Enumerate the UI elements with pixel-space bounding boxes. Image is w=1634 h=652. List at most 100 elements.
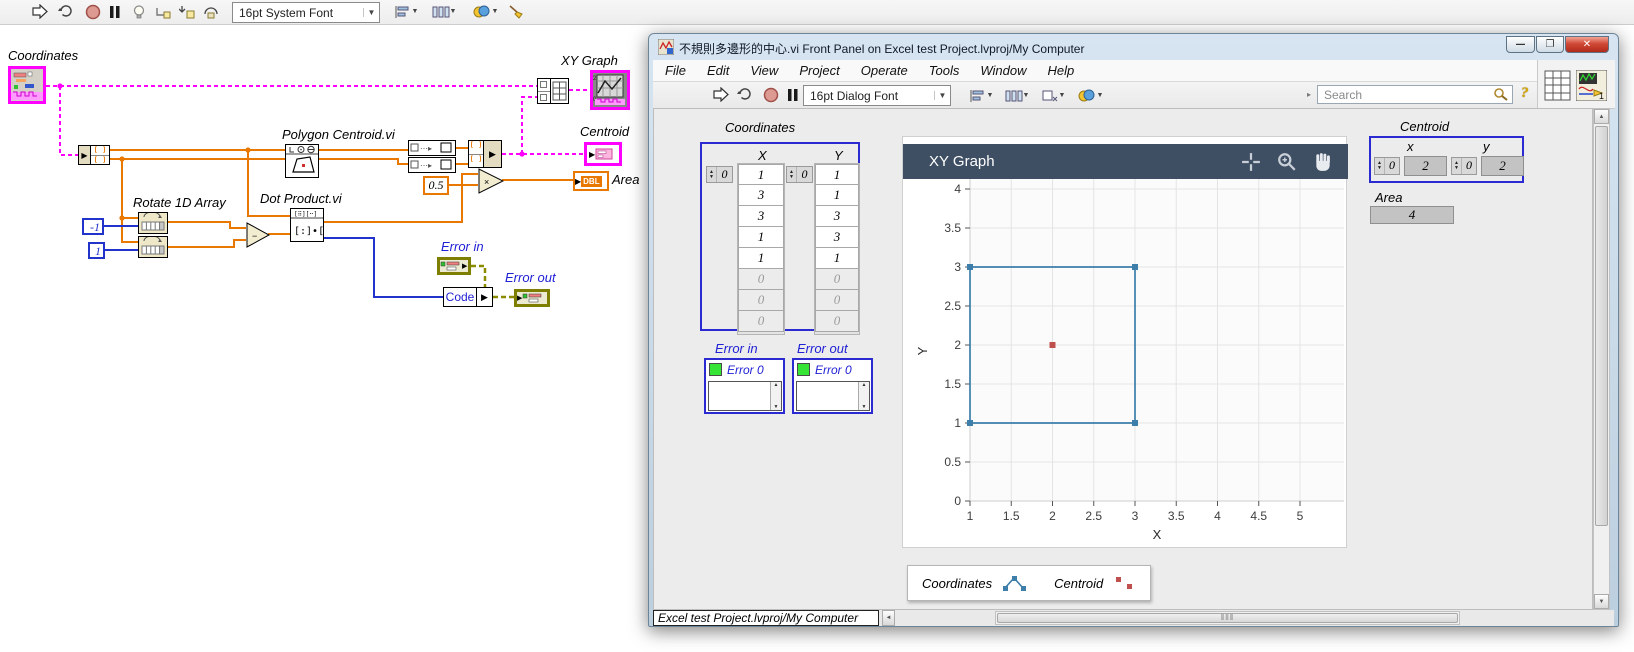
fp-icon-pane: 1 bbox=[1537, 60, 1615, 109]
area-dbl-terminal[interactable]: ▶ DBL bbox=[573, 171, 609, 191]
bundle-node[interactable]: [ ][ ] ▶ bbox=[468, 140, 502, 168]
x-array-cell[interactable]: 0 bbox=[738, 290, 784, 311]
reorder-objects-button[interactable]: ▼ bbox=[1073, 86, 1107, 105]
subtract-node[interactable]: − bbox=[246, 222, 270, 248]
mini-scrollbar[interactable]: ▲ ▼ bbox=[858, 382, 869, 410]
close-button[interactable]: ✕ bbox=[1565, 36, 1609, 53]
scroll-up-button[interactable]: ▲ bbox=[1594, 109, 1609, 124]
bd-error-out-label: Error out bbox=[505, 270, 556, 285]
x-array-cell[interactable]: 3 bbox=[738, 206, 784, 227]
error-in-source-field[interactable]: ▲ ▼ bbox=[708, 381, 782, 411]
y-array-cell[interactable]: 0 bbox=[815, 269, 859, 290]
menu-tools[interactable]: Tools bbox=[929, 63, 960, 78]
menu-project[interactable]: Project bbox=[799, 63, 839, 78]
centroid-x-index-spinner[interactable]: ▲ ▼ 0 bbox=[1374, 157, 1400, 175]
legend-coordinates-label[interactable]: Coordinates bbox=[922, 576, 992, 591]
y-array-cell[interactable]: 0 bbox=[815, 311, 859, 332]
scroll-left-button[interactable]: ◄ bbox=[882, 610, 895, 626]
rotate-1d-array-node-1[interactable] bbox=[138, 212, 168, 234]
mini-scrollbar[interactable]: ▲ ▼ bbox=[770, 382, 781, 410]
spinner-arrows-icon[interactable]: ▲ ▼ bbox=[787, 167, 797, 182]
fp-font-selector[interactable]: 16pt Dialog Font ▼ bbox=[803, 85, 951, 106]
menu-edit[interactable]: Edit bbox=[707, 63, 729, 78]
help-button[interactable]: ? bbox=[1521, 85, 1529, 102]
convert-node-2[interactable]: ⋯▸ bbox=[408, 157, 456, 173]
pan-tool-icon[interactable] bbox=[1312, 152, 1334, 172]
svg-text:X: X bbox=[1153, 527, 1162, 542]
vertical-scrollbar[interactable]: ▲ ▼ bbox=[1593, 108, 1610, 610]
run-continuous-button[interactable] bbox=[735, 85, 755, 104]
xy-graph-plot-area[interactable]: 1 1.5 2 2.5 3 3.5 4 4.5 5 0 0.5 1 1.5 2 2.5 3 3.5 4 X Y bbox=[903, 179, 1348, 549]
polygon-centroid-vi-icon[interactable] bbox=[285, 144, 319, 178]
legend-coordinates-glyph[interactable] bbox=[1002, 574, 1028, 592]
unbundle-node[interactable]: ▶ [ ][ ] bbox=[78, 145, 110, 165]
menu-operate[interactable]: Operate bbox=[861, 63, 908, 78]
align-objects-button[interactable]: ▼ bbox=[965, 86, 997, 105]
horizontal-scrollbar[interactable]: ⦀⦀⦀ bbox=[995, 611, 1460, 625]
y-array-cell[interactable]: 1 bbox=[815, 164, 859, 185]
convert-node-1[interactable]: ⋯▸ bbox=[408, 140, 456, 156]
coordinates-terminal[interactable] bbox=[8, 66, 46, 104]
y-array-cell[interactable]: 1 bbox=[815, 185, 859, 206]
y-array-cell[interactable]: 0 bbox=[815, 290, 859, 311]
spinner-arrows-icon[interactable]: ▲ ▼ bbox=[707, 167, 717, 182]
distribute-objects-button[interactable]: ▼ bbox=[1001, 86, 1033, 105]
x-array-cell[interactable]: 0 bbox=[738, 269, 784, 290]
run-button[interactable] bbox=[711, 85, 731, 104]
build-xy-graph-node[interactable] bbox=[537, 78, 569, 104]
horizontal-scroll-thumb[interactable]: ⦀⦀⦀ bbox=[997, 613, 1458, 623]
cursor-tool-icon[interactable] bbox=[1240, 152, 1262, 172]
constant-1[interactable]: 1 bbox=[88, 242, 105, 259]
x-index-spinner[interactable]: ▲ ▼ 0 bbox=[706, 166, 733, 183]
minimize-button[interactable]: — bbox=[1506, 36, 1535, 53]
y-array-cell[interactable]: 1 bbox=[815, 248, 859, 269]
legend-centroid-label[interactable]: Centroid bbox=[1054, 576, 1103, 591]
rotate-1d-array-node-2[interactable] bbox=[138, 236, 168, 258]
code-bundle-node[interactable]: Code ▶ bbox=[443, 287, 493, 307]
spinner-arrows-icon[interactable]: ▲ ▼ bbox=[1452, 158, 1462, 174]
menu-view[interactable]: View bbox=[750, 63, 778, 78]
menu-window[interactable]: Window bbox=[980, 63, 1026, 78]
error-in-terminal[interactable]: ▶ bbox=[437, 257, 471, 275]
error-out-status-led[interactable] bbox=[797, 363, 810, 376]
menu-help[interactable]: Help bbox=[1048, 63, 1075, 78]
menu-file[interactable]: File bbox=[665, 63, 686, 78]
dot-product-vi-icon[interactable]: [⠿][⠒] [:]•[:] bbox=[290, 208, 324, 242]
x-array-cell[interactable]: 3 bbox=[738, 185, 784, 206]
scroll-down-button[interactable]: ▼ bbox=[1594, 594, 1609, 609]
fp-titlebar[interactable]: 不規則多邊形的中心.vi Front Panel on Excel test P… bbox=[649, 34, 1618, 60]
pause-button[interactable] bbox=[783, 85, 803, 104]
vertical-scroll-thumb[interactable] bbox=[1595, 126, 1608, 526]
x-array-cell[interactable]: 1 bbox=[738, 164, 784, 185]
search-pane-toggle-icon[interactable]: ▸ bbox=[1307, 90, 1311, 99]
y-index-spinner[interactable]: ▲ ▼ 0 bbox=[786, 166, 813, 183]
error-out-terminal[interactable]: ▶ bbox=[514, 289, 550, 307]
vi-icon[interactable]: 1 bbox=[1576, 70, 1607, 101]
centroid-terminal[interactable]: ▶ bbox=[584, 142, 622, 166]
search-input[interactable]: Search bbox=[1318, 88, 1493, 102]
maximize-button[interactable]: ❐ bbox=[1536, 36, 1564, 53]
y-array-cell[interactable]: 3 bbox=[815, 206, 859, 227]
error-in-status-led[interactable] bbox=[709, 363, 722, 376]
y-array-cell[interactable]: 3 bbox=[815, 227, 859, 248]
legend-centroid-glyph[interactable] bbox=[1113, 574, 1137, 592]
y-array-column: 1 1 3 3 1 0 0 0 bbox=[814, 163, 860, 335]
scroll-down-icon: ▼ bbox=[773, 404, 779, 410]
execution-target-indicator[interactable]: Excel test Project.lvproj/My Computer bbox=[653, 610, 879, 626]
search-box[interactable]: Search bbox=[1317, 85, 1513, 104]
resize-objects-button[interactable]: ▼ bbox=[1037, 86, 1069, 105]
centroid-cluster: x y ▲ ▼ 0 2 ▲ ▼ 0 2 bbox=[1369, 136, 1524, 183]
spinner-arrows-icon[interactable]: ▲ ▼ bbox=[1375, 158, 1385, 174]
constant-0-5[interactable]: 0.5 bbox=[423, 176, 449, 195]
x-array-cell[interactable]: 1 bbox=[738, 227, 784, 248]
multiply-node[interactable]: × bbox=[478, 168, 504, 194]
xy-graph-terminal[interactable]: 20 bbox=[590, 70, 630, 110]
x-array-cell[interactable]: 0 bbox=[738, 311, 784, 332]
connector-pane-icon[interactable] bbox=[1544, 70, 1571, 101]
abort-button[interactable] bbox=[761, 85, 781, 104]
error-out-source-field[interactable]: ▲ ▼ bbox=[796, 381, 870, 411]
x-array-cell[interactable]: 1 bbox=[738, 248, 784, 269]
zoom-tool-icon[interactable] bbox=[1276, 152, 1298, 172]
centroid-y-index-spinner[interactable]: ▲ ▼ 0 bbox=[1451, 157, 1477, 175]
constant-neg1[interactable]: -1 bbox=[82, 218, 104, 235]
